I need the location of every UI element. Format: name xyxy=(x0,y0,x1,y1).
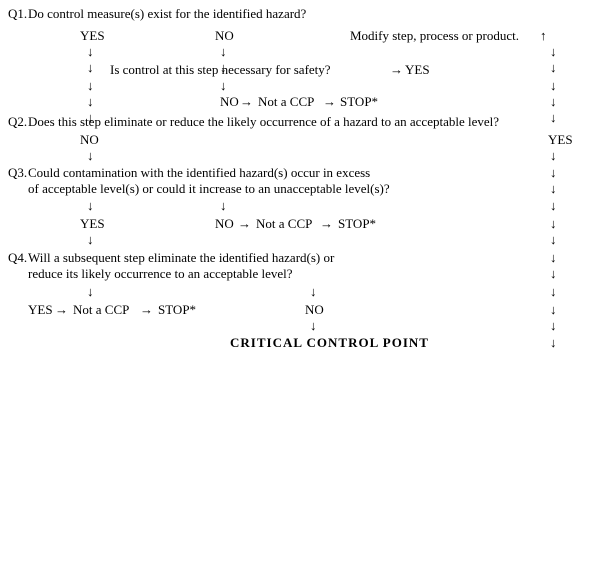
q1-sub-text: Is control at this step necessary for sa… xyxy=(110,62,331,78)
arrow-q1-no-down: ↓ xyxy=(220,44,227,60)
q1-label: Q1. xyxy=(8,6,27,22)
q2-yes: YES xyxy=(548,132,573,148)
arrow-q3-yes-col-down: ↓ xyxy=(87,198,94,214)
arrow-right-q3-2: ↓ xyxy=(550,181,557,197)
arrow-q3-no-col-down: ↓ xyxy=(220,198,227,214)
q4-notccp: Not a CCP xyxy=(73,302,129,318)
q1-notccp: Not a CCP xyxy=(258,94,314,110)
arrow-q1-yes-down3: ↓ xyxy=(87,78,94,94)
arrow-right-q4-3: ↓ xyxy=(550,284,557,300)
arrow-right-q3-1: ↓ xyxy=(550,165,557,181)
q1-no2: NO xyxy=(220,94,239,110)
arrow-right-q3-5: ↓ xyxy=(550,232,557,248)
q3-stop: STOP* xyxy=(338,216,376,232)
arrow-q4-yes-right: → xyxy=(55,302,68,318)
q2-label: Q2. xyxy=(8,114,27,130)
q4-stop: STOP* xyxy=(158,302,196,318)
arrow-right-col-down4: ↓ xyxy=(550,94,557,110)
arrow-q2-left-down: ↓ xyxy=(87,110,94,126)
arrow-no-right: → xyxy=(240,94,253,110)
haccp-diagram: Q1. Do control measure(s) exist for the … xyxy=(0,0,600,571)
q2-text: Does this step eliminate or reduce the l… xyxy=(28,114,499,130)
q1-modify: Modify step, process or product. xyxy=(350,28,519,44)
q3-no: NO xyxy=(215,216,234,232)
arrow-notccp-right: → xyxy=(323,94,336,110)
q3-text1: Could contamination with the identified … xyxy=(28,165,370,181)
q3-yes: YES xyxy=(80,216,105,232)
arrow-right-q4-1: ↓ xyxy=(550,250,557,266)
q4-yes: YES xyxy=(28,302,53,318)
arrow-q2-yes-down: ↓ xyxy=(550,148,557,164)
arrow-q1-no-down3: ↓ xyxy=(220,78,227,94)
q1-stop: STOP* xyxy=(340,94,378,110)
arrow-right-q4-2: ↓ xyxy=(550,266,557,282)
arrow-right-col-down2: ↓ xyxy=(550,60,557,76)
arrow-right-q4-5: ↓ xyxy=(550,318,557,334)
ccp-label: CRITICAL CONTROL POINT xyxy=(230,335,429,351)
q1-sub-yes: YES xyxy=(405,62,430,78)
arrow-q3-notccp-right: → xyxy=(320,216,333,232)
arrow-q3-no-right: → xyxy=(238,216,251,232)
arrow-q1-yes-down4: ↓ xyxy=(87,94,94,110)
q4-text1: Will a subsequent step eliminate the ide… xyxy=(28,250,334,266)
q4-text2: reduce its likely occurrence to an accep… xyxy=(28,266,293,282)
q3-text2: of acceptable level(s) or could it incre… xyxy=(28,181,390,197)
q3-label: Q3. xyxy=(8,165,27,181)
arrow-q1-yes-down: ↓ xyxy=(87,44,94,60)
arrow-q1-yes-down2: ↓ xyxy=(87,60,94,76)
arrow-q3-yes-down: ↓ xyxy=(87,232,94,248)
arrow-q4-no-down: ↓ xyxy=(310,318,317,334)
q1-no: NO xyxy=(215,28,234,44)
q4-label: Q4. xyxy=(8,250,27,266)
q2-no: NO xyxy=(80,132,99,148)
arrow-right-col-down1: ↓ xyxy=(550,44,557,60)
arrow-right-col-down5: ↓ xyxy=(550,110,557,126)
q4-no: NO xyxy=(305,302,324,318)
arrow-right-q3-4: ↓ xyxy=(550,216,557,232)
arrow-q4-no-col: ↓ xyxy=(310,284,317,300)
arrow-q4-notccp-right: → xyxy=(140,302,153,318)
arrow-q4-yes-col: ↓ xyxy=(87,284,94,300)
arrow-modify-up: ↑ xyxy=(540,28,547,44)
arrow-sub-right: → xyxy=(390,62,403,78)
arrow-right-q4-4: ↓ xyxy=(550,302,557,318)
q1-yes: YES xyxy=(80,28,105,44)
arrow-right-q3-3: ↓ xyxy=(550,198,557,214)
arrow-right-col-down3: ↓ xyxy=(550,78,557,94)
arrow-q2-no-down: ↓ xyxy=(87,148,94,164)
arrow-right-q4-6: ↓ xyxy=(550,335,557,351)
q1-text: Do control measure(s) exist for the iden… xyxy=(28,6,306,22)
q3-notccp: Not a CCP xyxy=(256,216,312,232)
